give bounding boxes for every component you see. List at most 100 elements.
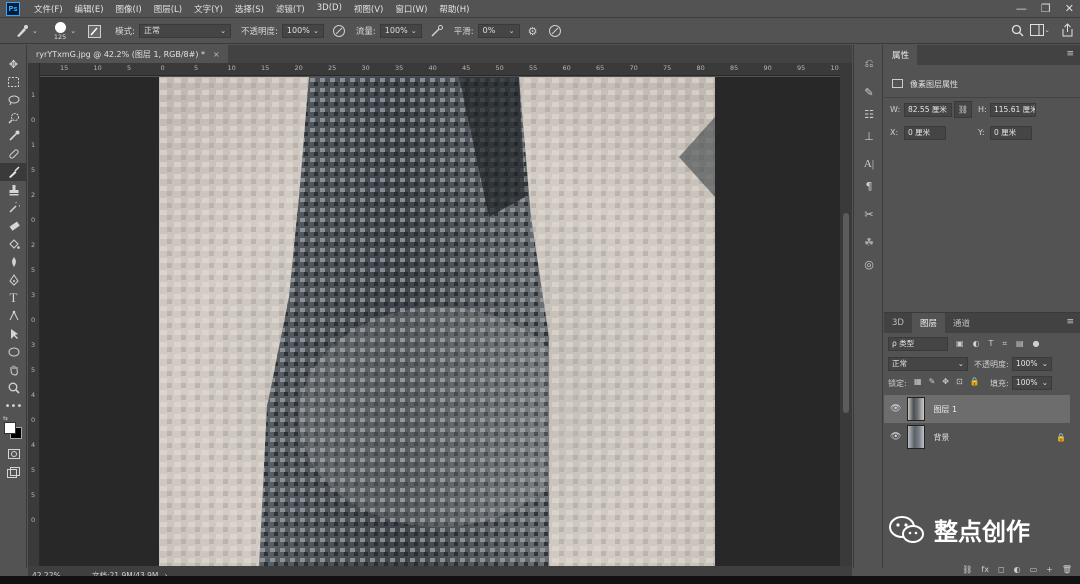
airbrush-toggle[interactable] — [430, 24, 444, 38]
flow-input[interactable]: 100% ⌄ — [379, 24, 422, 38]
share-button[interactable] — [1061, 23, 1074, 37]
eraser-tool[interactable] — [0, 217, 27, 235]
menu-item[interactable]: 视图(V) — [348, 3, 389, 15]
close-tab-button[interactable]: × — [213, 50, 220, 59]
chevron-down-icon[interactable]: ⌄ — [70, 27, 76, 35]
gradient-tool[interactable] — [0, 235, 27, 253]
vertical-scrollbar[interactable] — [840, 63, 852, 568]
canvas-area[interactable] — [40, 77, 840, 568]
foreground-color-swatch[interactable] — [4, 422, 16, 434]
lock-position-icon[interactable]: ✥ — [942, 377, 949, 386]
healing-brush-tool[interactable] — [0, 145, 27, 163]
eyedropper-tool[interactable] — [0, 127, 27, 145]
height-input[interactable]: 115.61 厘米 — [990, 103, 1036, 117]
document-tab[interactable]: ryrYTxmG.jpg @ 42.2% (图层 1, RGB/8#) * × — [28, 45, 228, 63]
add-mask-icon[interactable]: ◻ — [998, 565, 1005, 574]
group-icon[interactable]: ▭ — [1030, 565, 1038, 574]
clone-stamp-tool[interactable] — [0, 181, 27, 199]
type-tool[interactable]: T — [0, 289, 27, 307]
tools-panel-button[interactable]: ✂ — [854, 203, 884, 225]
path-selection-tool[interactable] — [0, 307, 27, 325]
menu-item[interactable]: 文字(Y) — [188, 3, 229, 15]
lasso-tool[interactable] — [0, 91, 27, 109]
history-panel-button[interactable]: ⎌ — [854, 53, 884, 75]
pressure-opacity-toggle[interactable] — [332, 24, 346, 38]
tab-layers[interactable]: 图层 — [911, 313, 945, 333]
menu-item[interactable]: 滤镜(T) — [270, 3, 311, 15]
smoothing-input[interactable]: 0% ⌄ — [477, 24, 520, 38]
shape-filter-icon[interactable]: ⌗ — [1002, 339, 1007, 349]
adjustments-panel-button[interactable]: ☷ — [854, 103, 884, 125]
layer-name[interactable]: 图层 1 — [933, 404, 957, 415]
history-brush-tool[interactable] — [0, 199, 27, 217]
y-input[interactable]: 0 厘米 — [990, 126, 1032, 140]
smart-object-filter-icon[interactable]: ▤ — [1016, 339, 1024, 349]
marquee-tool[interactable] — [0, 73, 27, 91]
visibility-eye-icon[interactable]: 👁 — [890, 404, 901, 414]
workspace-button[interactable]: ⌄ — [1030, 24, 1050, 36]
menu-item[interactable]: 编辑(E) — [69, 3, 110, 15]
close-button[interactable]: ✕ — [1065, 2, 1074, 15]
menu-item[interactable]: 文件(F) — [28, 3, 69, 15]
paragraph-panel-button[interactable]: ¶ — [854, 175, 884, 197]
restore-button[interactable]: ❐ — [1041, 2, 1051, 15]
menu-item[interactable]: 图像(I) — [110, 3, 148, 15]
new-layer-icon[interactable]: + — [1046, 565, 1053, 574]
properties-tab[interactable]: 属性 — [884, 45, 918, 65]
blend-mode-select[interactable]: 正常 ⌄ — [888, 357, 968, 371]
panel-menu-icon[interactable]: ≡ — [1066, 317, 1074, 327]
lock-pixels-icon[interactable]: ✎ — [929, 377, 936, 386]
visibility-eye-icon[interactable]: 👁 — [890, 432, 901, 442]
brush-size-picker[interactable]: 125 — [54, 21, 66, 41]
menu-item[interactable]: 3D(D) — [311, 3, 348, 15]
lock-all-icon[interactable]: 🔒 — [970, 377, 980, 386]
tab-3d[interactable]: 3D — [884, 313, 912, 333]
move-tool[interactable]: ✥ — [0, 55, 27, 73]
panel-menu-icon[interactable]: ≡ — [1066, 49, 1074, 59]
pressure-size-toggle[interactable] — [548, 24, 562, 38]
x-input[interactable]: 0 厘米 — [904, 126, 946, 140]
lock-artboard-icon[interactable]: ⊡ — [956, 377, 963, 386]
quick-selection-tool[interactable] — [0, 109, 27, 127]
fx-icon[interactable]: fx — [981, 565, 989, 574]
adjustment-layer-icon[interactable]: ◐ — [1014, 565, 1021, 574]
scrollbar-thumb[interactable] — [843, 213, 849, 413]
character-panel-button[interactable]: A| — [854, 153, 884, 175]
minimize-button[interactable]: — — [1016, 2, 1027, 15]
swap-colors-icon[interactable]: ⇆ — [3, 415, 8, 422]
smoothing-options-button[interactable]: ⚙ — [528, 25, 538, 38]
link-dimensions-button[interactable]: ⛓ — [954, 101, 972, 118]
layer-filter-select[interactable]: ρ 类型 — [888, 337, 948, 351]
screen-mode-button[interactable] — [0, 463, 27, 481]
image-filter-icon[interactable]: ▣ — [956, 339, 964, 349]
hand-tool[interactable] — [0, 361, 27, 379]
menu-item[interactable]: 选择(S) — [229, 3, 270, 15]
adjustment-filter-icon[interactable]: ◐ — [973, 339, 980, 349]
opacity-input[interactable]: 100% ⌄ — [281, 24, 324, 38]
3d-panel-button[interactable]: ◎ — [854, 253, 884, 275]
lock-transparent-icon[interactable]: ▦ — [914, 377, 922, 386]
width-input[interactable]: 82.55 厘米 — [904, 103, 952, 117]
layer-opacity-input[interactable]: 100% ⌄ — [1012, 357, 1052, 371]
zoom-tool[interactable] — [0, 379, 27, 397]
menu-item[interactable]: 图层(L) — [148, 3, 188, 15]
dodge-tool[interactable] — [0, 253, 27, 271]
clone-source-panel-button[interactable]: ⊥ — [854, 125, 884, 147]
brush-settings-panel-button[interactable]: ✎ — [854, 81, 884, 103]
filter-toggle-icon[interactable]: ● — [1033, 339, 1040, 349]
link-layers-icon[interactable]: ⛓ — [962, 565, 972, 574]
search-button[interactable] — [1011, 24, 1024, 37]
more-tools-button[interactable]: ••• — [0, 397, 27, 415]
pen-tool[interactable] — [0, 271, 27, 289]
quick-mask-button[interactable] — [0, 445, 27, 463]
menu-item[interactable]: 帮助(H) — [433, 3, 475, 15]
delete-layer-icon[interactable]: 🗑 — [1062, 565, 1072, 574]
mode-select[interactable]: 正常 ⌄ — [139, 24, 232, 38]
layer-row-layer-1[interactable]: 👁 图层 1 — [884, 395, 1070, 423]
menu-item[interactable]: 窗口(W) — [389, 3, 433, 15]
layer-name[interactable]: 背景 — [933, 432, 949, 443]
tab-channels[interactable]: 通道 — [945, 313, 978, 333]
brush-tool[interactable] — [0, 163, 27, 181]
brush-tool-preset[interactable]: ⌄ — [14, 23, 38, 39]
fill-input[interactable]: 100% ⌄ — [1012, 376, 1052, 390]
